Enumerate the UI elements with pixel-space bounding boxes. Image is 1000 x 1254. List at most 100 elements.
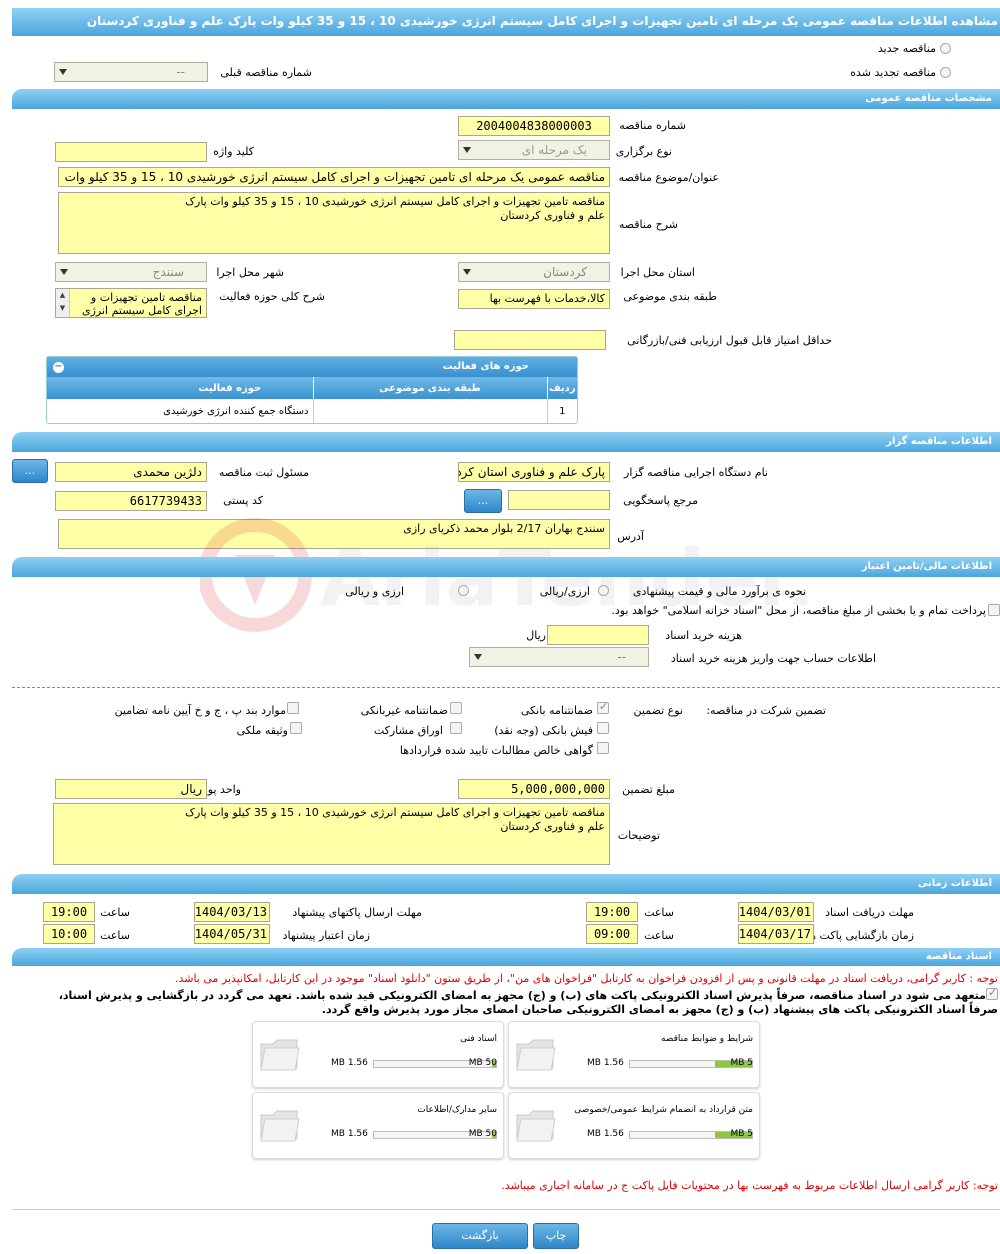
province-label: استان محل اجرا (620, 266, 695, 279)
responsible-field[interactable]: دلژین محمدی (55, 462, 207, 482)
new-tender-radio[interactable] (940, 43, 951, 54)
city-label: شهر محل اجرا (216, 266, 284, 279)
section-docs-header: اسناد مناقصه (12, 948, 1000, 966)
back-button[interactable]: بازگشت (432, 1223, 528, 1249)
doc-card-max: 50 MB (468, 1129, 497, 1139)
address-field[interactable]: سنندج بهاران 2/17 بلوار محمد ذکریای رازی (58, 519, 610, 549)
notes-field[interactable]: مناقصه تامین تجهیزات و اجرای کامل سیستم … (53, 803, 610, 865)
activity-panel: حوزه های فعالیت − ردیف طبقه بندی موضوعی … (46, 356, 578, 424)
doc-card-technical[interactable]: اسناد فنی 50 MB 1.56 MB (252, 1021, 504, 1088)
doc-card-max: 5 MB (730, 1058, 753, 1068)
estimate-method-label: نحوه ی برآورد مالی و قیمت پیشنهادی (632, 585, 806, 598)
chevron-down-icon (474, 654, 482, 660)
table-row: 1 دستگاه جمع کننده انرژی خورشیدی (47, 399, 577, 423)
doc-card-title: اسناد فنی (460, 1034, 497, 1044)
nonbank-guarantee-checkbox[interactable] (450, 702, 462, 714)
clauses-checkbox[interactable] (287, 702, 299, 714)
bank-receipt-checkbox[interactable] (597, 722, 609, 734)
row-area: دستگاه جمع کننده انرژی خورشیدی (163, 405, 309, 417)
holding-type-value: یک مرحله ای (521, 143, 587, 157)
send-date-field[interactable]: 1404/03/13 (194, 902, 270, 922)
row-category (312, 399, 547, 423)
doc-card-title: متن قرارداد به انضمام شرایط عمومی/خصوصی (574, 1105, 753, 1115)
opening-time-field[interactable]: 09:00 (586, 924, 638, 944)
category-field[interactable]: کالا،خدمات با فهرست بها (458, 289, 610, 309)
postal-code-field[interactable]: 6617739433 (55, 491, 207, 511)
holding-type-select[interactable]: یک مرحله ای (458, 140, 610, 160)
doc-card-other[interactable]: سایر مدارک/اطلاعات 50 MB 1.56 MB (252, 1092, 504, 1159)
folder-icon (516, 1110, 556, 1142)
section-timing-header: اطلاعات زمانی (12, 874, 1000, 894)
receive-date-field[interactable]: 1404/03/01 (738, 902, 814, 922)
category-label: طبقه بندی موضوعی (623, 290, 717, 303)
docs-note-4: توجه: کاربر گرامی ارسال اطلاعات مربوط به… (501, 1179, 998, 1192)
province-select[interactable]: کردستان (458, 262, 610, 282)
reference-lookup-button[interactable]: ... (464, 489, 502, 513)
activity-header: حوزه های فعالیت (47, 357, 577, 377)
org-name-label: نام دستگاه اجرایی مناقصه گزار (624, 466, 768, 479)
receivables-checkbox[interactable] (597, 742, 609, 754)
docs-note-2: متعهد می شود در اسناد مناقصه، صرفاً پذیر… (58, 989, 986, 1002)
province-value: کردستان (543, 265, 587, 279)
responsible-lookup-button[interactable]: ... (12, 459, 48, 483)
bonds-label: اوراق مشارکت (373, 724, 443, 737)
guarantee-amount-label: مبلغ تضمین (622, 783, 675, 796)
divider (12, 687, 1000, 688)
scope-scrollbar[interactable]: ▲ ▼ (56, 289, 70, 317)
section-general-header: مشخصات مناقصه عمومی (12, 89, 1000, 109)
docs-note-1: توجه : کاربر گرامی، دریافت اسناد در مهلت… (174, 972, 998, 985)
scope-field[interactable]: مناقصه تامین تجهیزات و اجرای کامل سیستم … (55, 288, 207, 318)
doc-card-size: 1.56 MB (331, 1058, 368, 1068)
commitment-checkbox[interactable] (986, 986, 998, 1000)
title-field[interactable]: مناقصه عمومی یک مرحله ای تامین تجهیزات و… (58, 167, 610, 187)
keyword-field[interactable] (55, 142, 207, 162)
col-area-header: حوزه فعالیت (198, 382, 262, 394)
doc-card-conditions[interactable]: شرایط و ضوابط مناقصه 5 MB 1.56 MB (508, 1021, 760, 1088)
prev-number-select[interactable]: -- (54, 62, 208, 82)
notes-label: توضیحات (617, 829, 660, 842)
receive-time-label: ساعت (644, 906, 674, 919)
estimate-fx-and-rial-radio[interactable] (458, 585, 469, 596)
description-field[interactable]: مناقصه تامین تجهیزات و اجرای کامل سیستم … (58, 192, 610, 254)
chevron-down-icon (60, 269, 68, 275)
doc-card-title: شرایط و ضوابط مناقصه (660, 1034, 753, 1044)
doc-card-contract[interactable]: متن قرارداد به انضمام شرایط عمومی/خصوصی … (508, 1092, 760, 1159)
validity-time-field[interactable]: 10:00 (43, 924, 95, 944)
account-select[interactable]: -- (469, 647, 649, 667)
chevron-down-icon (463, 269, 471, 275)
bonds-checkbox[interactable] (450, 722, 462, 734)
collapse-icon[interactable]: − (53, 362, 64, 373)
title-label: عنوان/موضوع مناقصه (618, 171, 719, 184)
renewed-tender-radio[interactable] (940, 67, 951, 78)
city-select[interactable]: سنندج (55, 262, 207, 282)
validity-label: زمان اعتبار پیشنهاد (282, 929, 370, 942)
doc-cost-field[interactable] (547, 625, 649, 645)
receive-time-field[interactable]: 19:00 (586, 902, 638, 922)
nonbank-guarantee-label: ضمانتنامه غیربانکی (360, 704, 448, 717)
treasury-checkbox[interactable] (988, 604, 1000, 616)
bank-guarantee-checkbox[interactable] (597, 700, 609, 714)
property-checkbox[interactable] (290, 722, 302, 734)
validity-date-field[interactable]: 1404/05/31 (194, 924, 270, 944)
opening-date-field[interactable]: 1404/03/17 (738, 924, 814, 944)
account-info-label: اطلاعات حساب جهت واریز هزینه خرید اسناد (670, 652, 876, 665)
doc-cost-label: هزینه خرید اسناد (665, 629, 742, 642)
min-score-field[interactable] (454, 330, 606, 350)
send-time-field[interactable]: 19:00 (43, 902, 95, 922)
receivables-label: گواهی خالص مطالبات تایید شده قراردادها (399, 744, 593, 757)
keyword-label: کلید واژه (213, 145, 254, 158)
estimate-fx-rial-radio[interactable] (598, 585, 609, 596)
receive-deadline-label: مهلت دریافت اسناد (825, 906, 914, 919)
holding-type-label: نوع برگزاری (615, 145, 672, 158)
docs-note-3: صرفاً اسناد الکترونیکی پاکت های پیشنهاد … (321, 1003, 998, 1016)
org-name-field[interactable]: پارک علم و فناوری استان کردستان (458, 462, 610, 482)
row-number: 1 (546, 399, 577, 423)
guarantee-amount-field[interactable]: 5,000,000,000 (458, 779, 610, 799)
renewed-tender-label: مناقصه تجدید شده (850, 66, 936, 79)
print-button[interactable]: چاپ (533, 1223, 579, 1249)
currency-field[interactable]: ریال (55, 779, 207, 799)
tender-number-field[interactable]: 2004004838000003 (458, 116, 610, 136)
reference-label: مرجع پاسخگویی (623, 494, 698, 507)
tender-number-label: شماره مناقصه (619, 119, 686, 132)
reference-field[interactable] (508, 490, 610, 510)
